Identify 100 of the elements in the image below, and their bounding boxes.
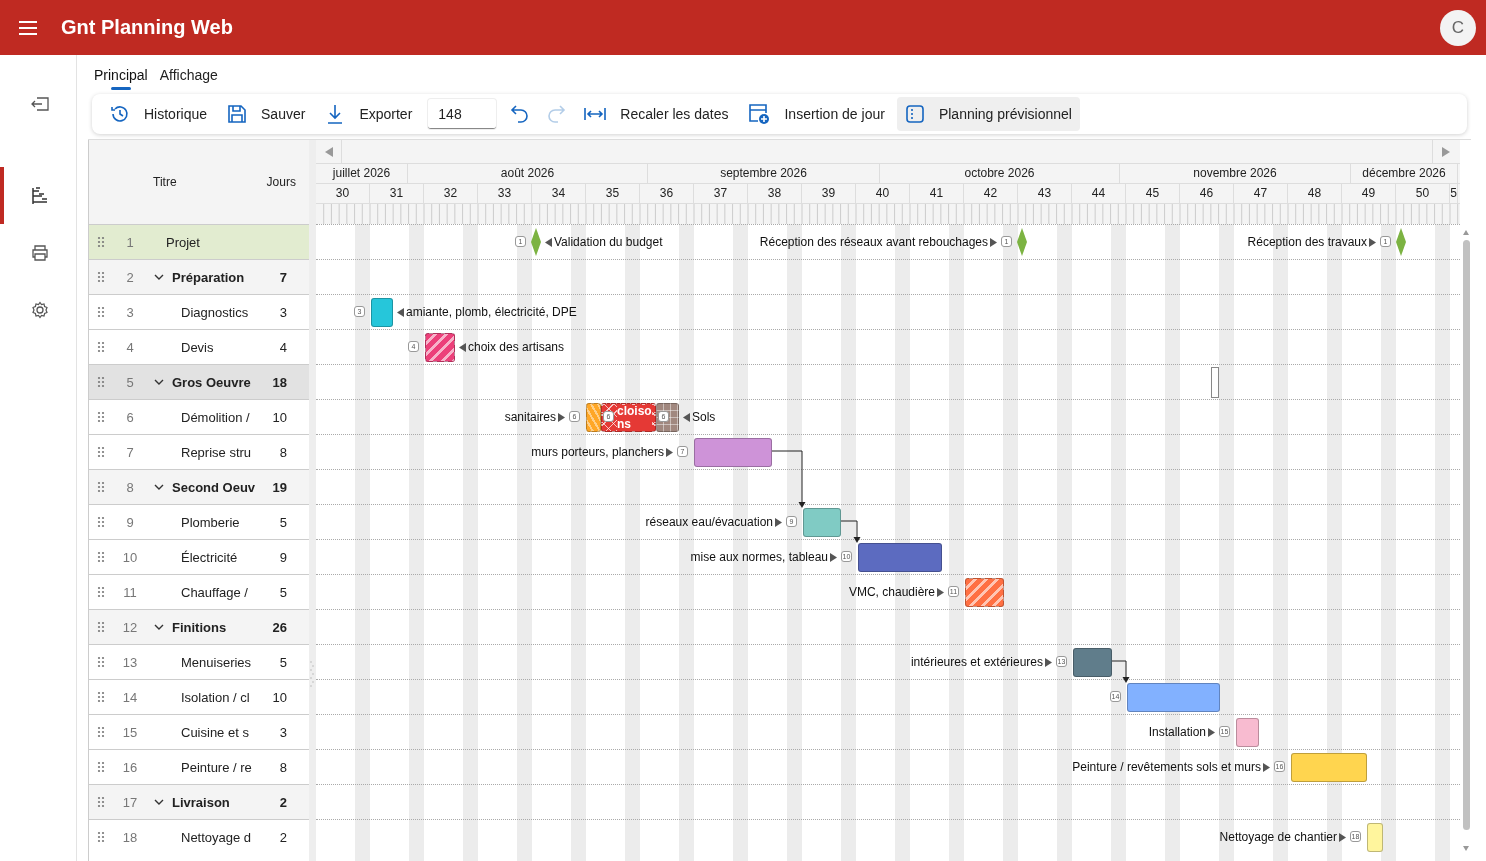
- menu-icon: [18, 19, 38, 36]
- toolbar-button[interactable]: Planning prévisionnel: [896, 97, 1080, 131]
- task-days: 8: [269, 759, 297, 775]
- table-row[interactable]: 8 Second Oeuv 19: [89, 469, 309, 504]
- fit-width-icon: [584, 106, 607, 122]
- user-avatar[interactable]: C: [1440, 9, 1476, 46]
- task-bar[interactable]: [425, 333, 455, 362]
- week-header: 33: [478, 184, 532, 203]
- row-number: 14: [121, 689, 139, 705]
- scrollbar[interactable]: [1461, 228, 1471, 853]
- task-bar-label: Sols: [692, 410, 716, 424]
- row-number: 11: [122, 584, 138, 600]
- drag-handle-icon[interactable]: [97, 691, 105, 703]
- task-bar-label: Nettoyage de chantier: [1219, 830, 1337, 844]
- history-icon: [110, 104, 130, 124]
- row-number: 18: [121, 829, 139, 845]
- task-bar[interactable]: [586, 403, 601, 432]
- month-header: décembre 2026: [1351, 164, 1458, 183]
- week-header: 47: [1234, 184, 1288, 203]
- task-days: 3: [269, 724, 297, 740]
- tab[interactable]: Principal: [88, 55, 154, 94]
- toolbar-button[interactable]: Recaler les dates: [576, 97, 737, 131]
- table-row[interactable]: 1 Projet: [89, 224, 309, 259]
- task-bar[interactable]: [965, 578, 1004, 607]
- task-days: 8: [269, 444, 297, 460]
- task-days: 5: [269, 584, 297, 600]
- task-title: Livraison: [172, 794, 230, 810]
- task-days: 5: [269, 514, 297, 530]
- chevron-down-icon[interactable]: [154, 623, 164, 631]
- month-header: novembre 2026: [1120, 164, 1351, 183]
- chevron-down-icon[interactable]: [154, 483, 164, 491]
- chevron-down-icon[interactable]: [154, 273, 164, 281]
- week-header: 32: [424, 184, 478, 203]
- drag-handle-icon[interactable]: [97, 236, 105, 248]
- table-row[interactable]: 12 Finitions 26: [89, 609, 309, 644]
- toolbar-button[interactable]: Historique: [102, 97, 216, 131]
- printer-icon: [31, 244, 49, 261]
- drag-handle-icon[interactable]: [97, 831, 105, 843]
- row-number: 15: [121, 724, 139, 740]
- task-title: Démolition /: [181, 409, 250, 425]
- week-header: 38: [748, 184, 802, 203]
- drag-handle-icon[interactable]: [97, 796, 105, 808]
- toolbar-button[interactable]: Sauver: [219, 97, 314, 131]
- week-header: 41: [910, 184, 964, 203]
- drag-handle-icon[interactable]: [97, 341, 105, 353]
- drag-handle-icon[interactable]: [97, 586, 105, 598]
- task-days: 2: [269, 829, 297, 845]
- chevron-down-icon[interactable]: [154, 798, 164, 806]
- task-title: Gros Oeuvre: [172, 374, 251, 390]
- task-title: Second Oeuv: [172, 479, 256, 495]
- table-row[interactable]: 5 Gros Oeuvre 18: [89, 364, 309, 399]
- undo-icon: [510, 104, 531, 124]
- table-row[interactable]: 17 Livraison 2: [89, 784, 309, 819]
- week-header: 36: [640, 184, 694, 203]
- drag-handle-icon[interactable]: [97, 411, 105, 423]
- week-header: 45: [1126, 184, 1180, 203]
- task-days: 18: [269, 374, 297, 390]
- row-number: 13: [121, 654, 139, 670]
- month-header: juillet 2026: [316, 164, 408, 183]
- month-header: octobre 2026: [880, 164, 1120, 183]
- week-header: 46: [1180, 184, 1234, 203]
- week-header: 30: [316, 184, 370, 203]
- toolbar-button[interactable]: Insertion de jour: [740, 97, 893, 131]
- drag-handle-icon[interactable]: [97, 306, 105, 318]
- drag-handle-icon[interactable]: [97, 271, 105, 283]
- tab[interactable]: Affichage: [153, 55, 224, 94]
- table-row[interactable]: 2 Préparation 7: [89, 259, 309, 294]
- drag-handle-icon[interactable]: [97, 726, 105, 738]
- panel-icon: [904, 104, 925, 124]
- drag-handle-icon[interactable]: [97, 656, 105, 668]
- task-days: 7: [269, 269, 297, 285]
- task-title: Électricité: [181, 549, 238, 565]
- task-bar-label: Peinture / revêtements sols et murs: [1072, 760, 1261, 774]
- drag-handle-icon[interactable]: [97, 621, 105, 633]
- number-input-field[interactable]: 148: [428, 99, 497, 129]
- week-header: 40: [856, 184, 910, 203]
- calendar-add-icon: [748, 103, 771, 125]
- task-title: Finitions: [172, 619, 227, 635]
- drag-handle-icon[interactable]: [97, 481, 105, 493]
- task-days: 3: [269, 304, 297, 320]
- drag-handle-icon[interactable]: [97, 761, 105, 773]
- row-number: 10: [121, 549, 139, 565]
- week-header: 48: [1288, 184, 1342, 203]
- task-title: Menuiseries: [181, 654, 252, 670]
- task-title: Préparation: [172, 269, 245, 285]
- week-header: 44: [1072, 184, 1126, 203]
- drag-handle-icon[interactable]: [97, 376, 105, 388]
- drag-handle-icon[interactable]: [97, 446, 105, 458]
- drag-handle-icon[interactable]: [97, 516, 105, 528]
- chevron-down-icon[interactable]: [154, 378, 164, 386]
- menu-button[interactable]: [18, 19, 38, 36]
- toolbar-button[interactable]: Exporter: [317, 97, 421, 131]
- task-days: 26: [269, 619, 297, 635]
- task-bar-label: Installation: [1148, 725, 1206, 739]
- task-days: 19: [269, 479, 297, 495]
- task-title: Isolation / cl: [181, 689, 250, 705]
- redo-icon: [546, 104, 567, 124]
- drag-handle-icon[interactable]: [97, 551, 105, 563]
- task-title: Plomberie: [181, 514, 240, 530]
- task-title: Projet: [166, 234, 200, 250]
